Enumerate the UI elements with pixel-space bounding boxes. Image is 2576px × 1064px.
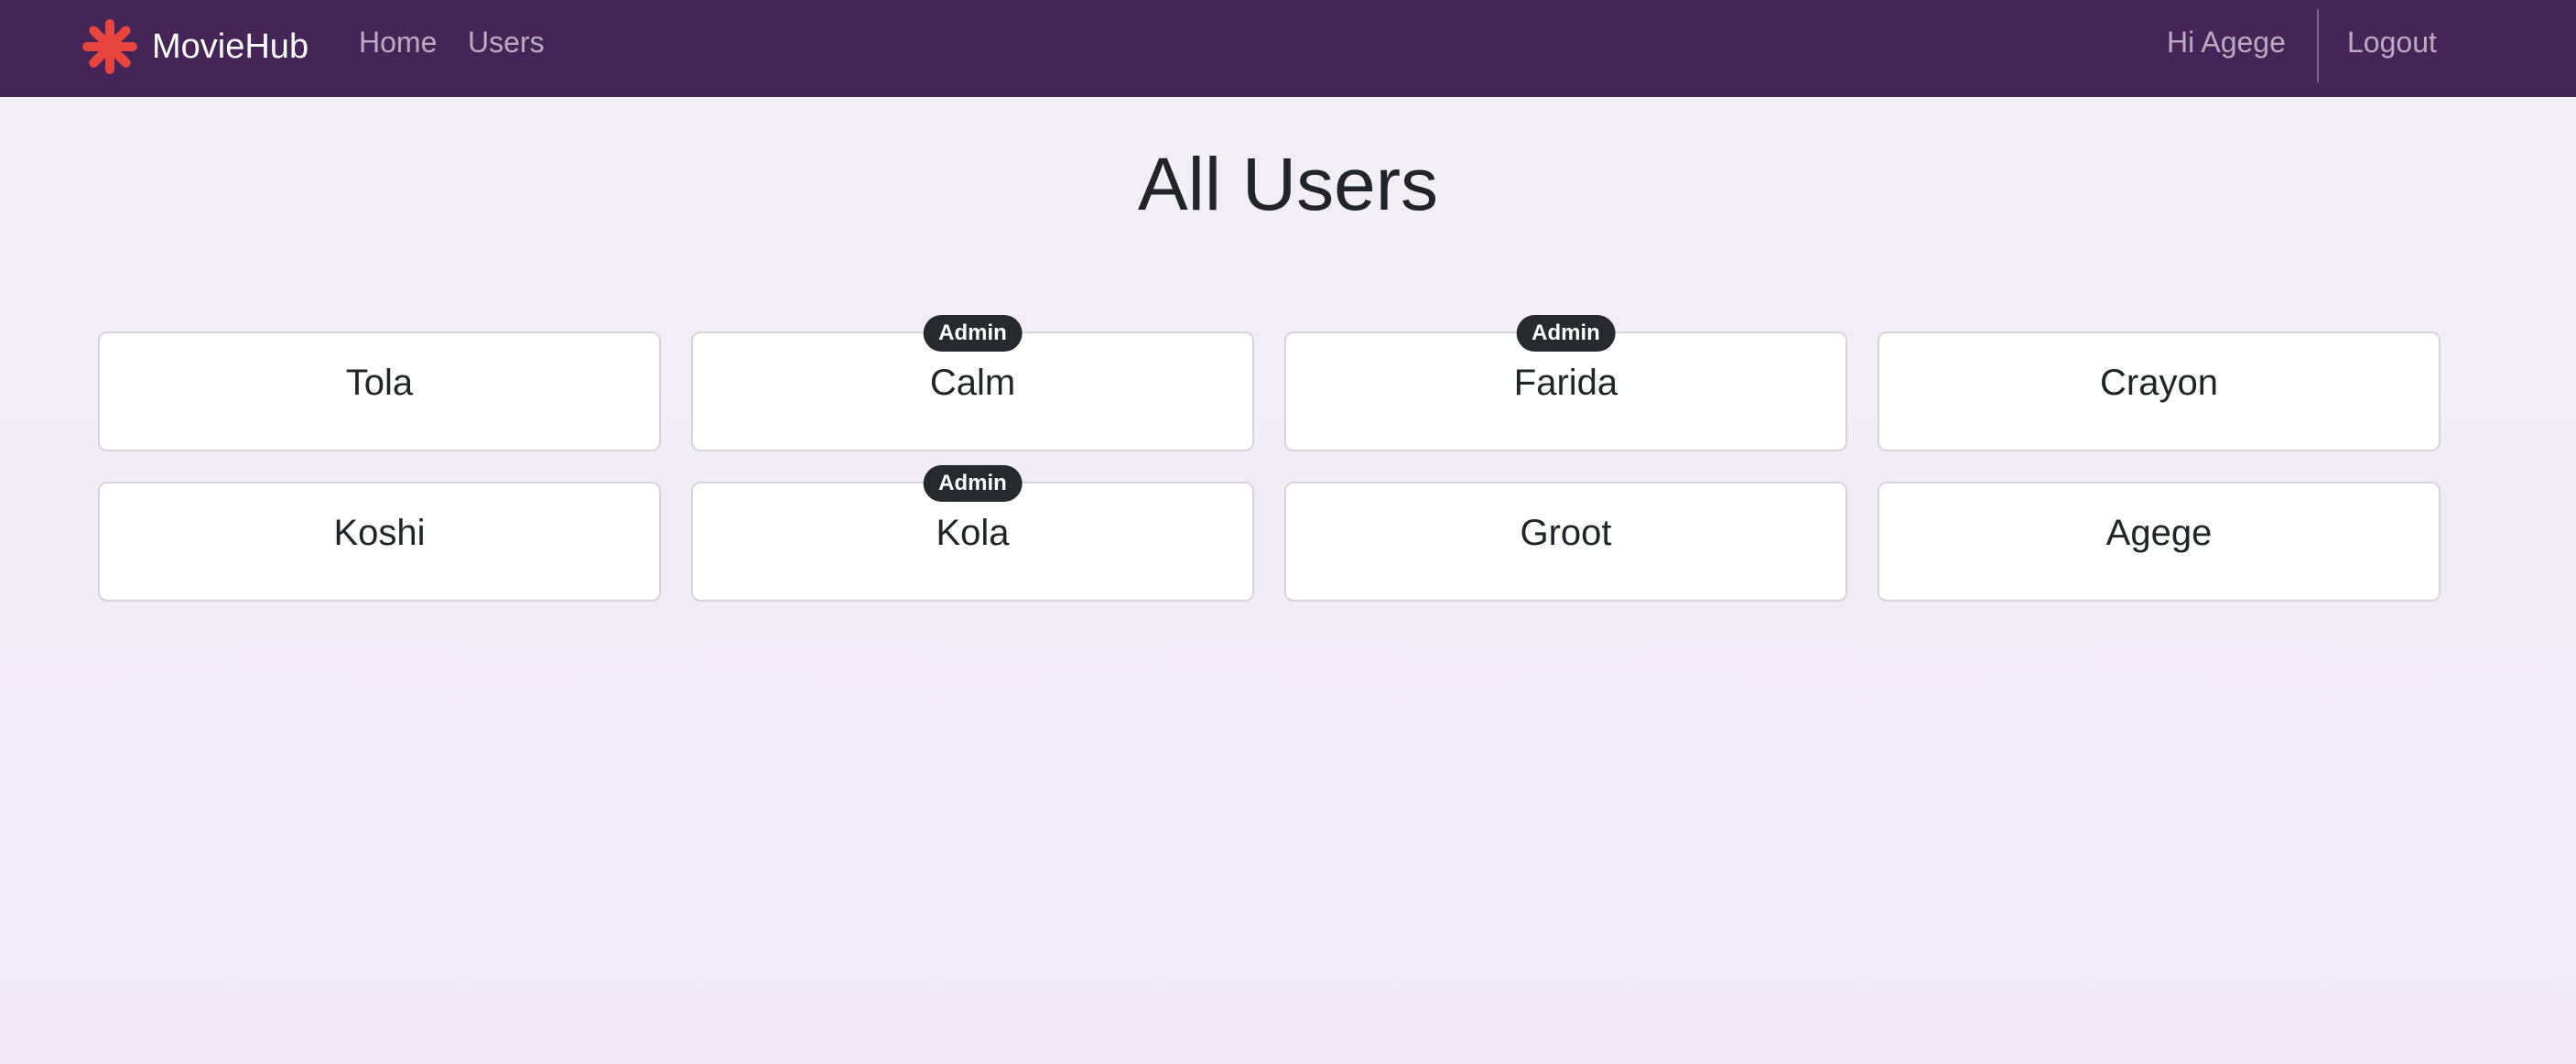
nav-link-users[interactable]: Users	[468, 26, 545, 60]
user-card-crayon[interactable]: Crayon	[1878, 331, 2441, 451]
user-card-tola[interactable]: Tola	[98, 331, 661, 451]
user-card-koshi[interactable]: Koshi	[98, 482, 661, 602]
user-name: Farida	[1513, 363, 1618, 403]
logout-link[interactable]: Logout	[2347, 26, 2437, 60]
user-name: Kola	[936, 513, 1010, 553]
user-card-calm[interactable]: Admin Calm	[691, 315, 1254, 451]
user-name: Calm	[929, 363, 1016, 403]
user-card-agege[interactable]: Agege	[1878, 482, 2441, 602]
user-name: Groot	[1520, 513, 1612, 553]
brand-name: MovieHub	[152, 27, 309, 66]
user-name: Tola	[345, 363, 414, 403]
page-title: All Users	[1137, 143, 1439, 226]
user-name: Koshi	[333, 513, 426, 553]
user-card-farida[interactable]: Admin Farida	[1284, 315, 1847, 451]
asterisk-logo-icon	[82, 19, 137, 74]
admin-badge: Admin	[1516, 315, 1616, 352]
nav-divider	[2317, 9, 2319, 82]
top-navbar: MovieHub Home Users Hi Agege Logout	[0, 0, 2576, 97]
user-greeting: Hi Agege	[2167, 26, 2286, 59]
admin-badge: Admin	[923, 315, 1023, 352]
user-card-groot[interactable]: Groot	[1284, 482, 1847, 602]
user-card-kola[interactable]: Admin Kola	[691, 465, 1254, 602]
admin-badge: Admin	[923, 465, 1023, 502]
user-name: Agege	[2105, 513, 2213, 553]
users-grid: Tola Admin Calm Admin Farida Crayon Kosh…	[98, 315, 2441, 602]
user-name: Crayon	[2100, 363, 2218, 403]
nav-link-home[interactable]: Home	[359, 26, 437, 60]
brand-link[interactable]: MovieHub	[81, 17, 308, 76]
